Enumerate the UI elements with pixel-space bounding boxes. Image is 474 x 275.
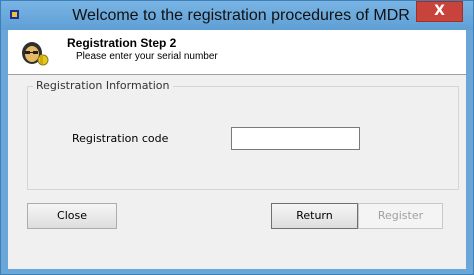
wizard-header: Registration Step 2 Please enter your se…	[8, 30, 466, 75]
registration-code-input[interactable]	[231, 127, 360, 150]
return-button[interactable]: Return	[271, 203, 358, 229]
window-title: Welcome to the registration procedures o…	[72, 7, 410, 24]
group-legend: Registration Information	[33, 79, 173, 92]
window-close-button[interactable]: X	[416, 1, 463, 22]
registration-window: Welcome to the registration procedures o…	[0, 0, 474, 275]
step-title: Registration Step 2	[67, 36, 177, 50]
app-icon	[10, 10, 19, 19]
title-bar[interactable]: Welcome to the registration procedures o…	[1, 1, 473, 30]
registration-code-label: Registration code	[72, 132, 169, 145]
wizard-icon	[22, 42, 49, 66]
close-button[interactable]: Close	[27, 203, 117, 229]
register-button[interactable]: Register	[358, 203, 443, 229]
step-subtitle: Please enter your serial number	[76, 51, 218, 62]
